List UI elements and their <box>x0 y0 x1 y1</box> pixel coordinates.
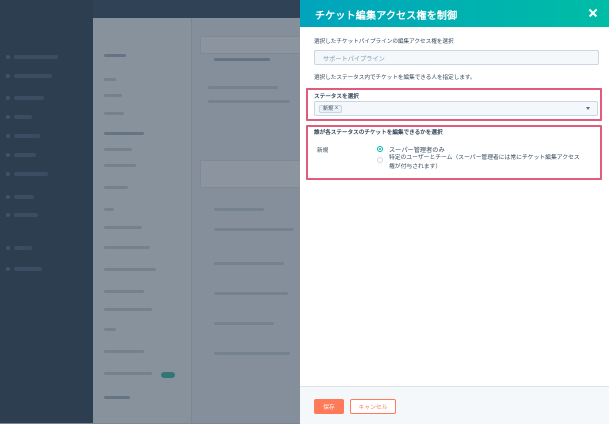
radio-super-admin-only[interactable] <box>377 146 383 152</box>
status-tag-label: 新規 <box>323 106 334 112</box>
remove-tag-icon[interactable]: x <box>335 106 338 111</box>
option-specific-users-line2: 権が付与されます） <box>389 164 442 170</box>
status-section-title: ステータスを選択 <box>314 94 359 100</box>
pipeline-label: 選択したチケットパイプラインの編集アクセス権を選択 <box>314 39 454 45</box>
status-instruction: 選択したステータス内でチケットを編集できる人を指定します。 <box>314 75 476 81</box>
close-icon[interactable] <box>586 6 600 20</box>
panel-header: チケット編集アクセス権を制御 <box>300 0 609 27</box>
panel-title: チケット編集アクセス権を制御 <box>315 11 458 22</box>
status-tag: 新規 x <box>319 104 342 113</box>
pipeline-field: サポートパイプライン <box>314 50 599 65</box>
cancel-button[interactable]: キャンセル <box>350 399 396 414</box>
status-row-label: 新規 <box>317 148 329 154</box>
chevron-down-icon[interactable] <box>586 107 590 110</box>
pipeline-value: サポートパイプライン <box>323 56 385 63</box>
save-button[interactable]: 保存 <box>314 399 344 414</box>
option-super-admin-only[interactable]: スーパー管理者のみ <box>389 145 445 154</box>
ticket-edit-access-panel: チケット編集アクセス権を制御 選択したチケットパイプラインの編集アクセス権を選択… <box>300 0 609 424</box>
permission-section-title: 誰が各ステータスのチケットを編集できるかを選択 <box>314 130 443 136</box>
radio-specific-users-teams[interactable] <box>377 157 383 163</box>
panel-footer: 保存 キャンセル <box>300 386 609 424</box>
status-select[interactable]: 新規 x <box>314 101 598 116</box>
